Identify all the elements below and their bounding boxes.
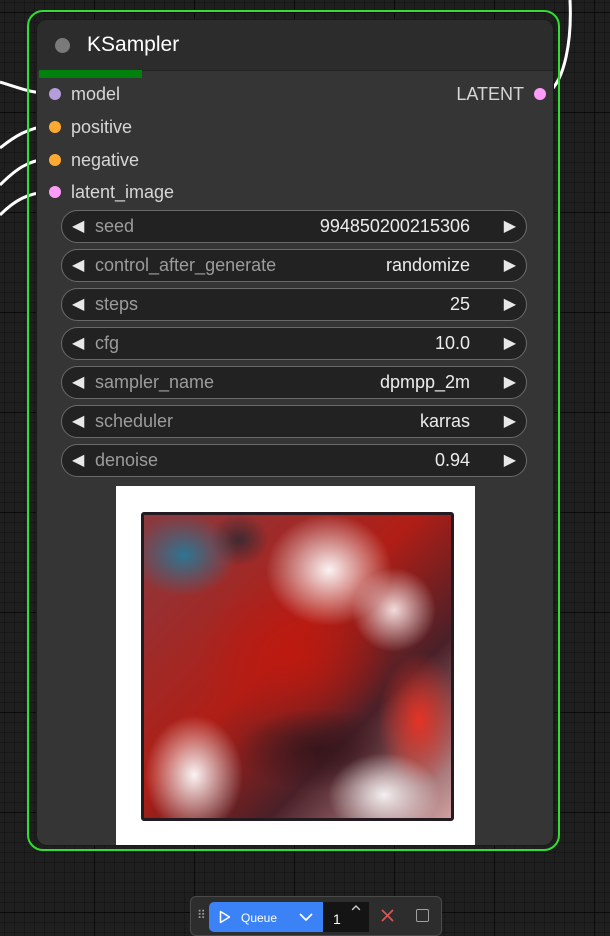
widget-name: denoise xyxy=(95,450,159,470)
input-slot-label: negative xyxy=(71,150,140,170)
output-slot-latent[interactable]: LATENT xyxy=(337,83,546,105)
widget-sampler-name[interactable]: ◀ sampler_name dpmpp_2m ▶ xyxy=(61,366,527,399)
increment-arrow-icon[interactable]: ▶ xyxy=(504,367,516,398)
image-preview[interactable] xyxy=(116,486,475,845)
play-icon xyxy=(219,910,231,924)
stop-icon[interactable] xyxy=(416,909,429,922)
widget-name: cfg xyxy=(95,333,120,353)
node-title: KSampler xyxy=(87,33,180,56)
node-header[interactable]: KSampler xyxy=(37,20,553,71)
decrement-arrow-icon[interactable]: ◀ xyxy=(72,367,84,398)
output-dot-icon[interactable] xyxy=(534,88,546,100)
widget-name: scheduler xyxy=(95,411,174,431)
decrement-arrow-icon[interactable]: ◀ xyxy=(72,289,84,320)
generated-image-preview xyxy=(141,512,454,821)
output-slot-label: LATENT xyxy=(456,84,524,104)
widget-value[interactable]: dpmpp_2m xyxy=(380,367,470,398)
chevron-down-icon[interactable] xyxy=(299,913,313,922)
input-dot-icon[interactable] xyxy=(49,88,61,100)
input-dot-icon[interactable] xyxy=(49,154,61,166)
increment-arrow-icon[interactable]: ▶ xyxy=(504,445,516,476)
widget-value[interactable]: 0.94 xyxy=(435,445,470,476)
widget-name: control_after_generate xyxy=(95,255,277,275)
widget-value[interactable]: karras xyxy=(420,406,470,437)
decrement-arrow-icon[interactable]: ◀ xyxy=(72,445,84,476)
decrement-arrow-icon[interactable]: ◀ xyxy=(72,328,84,359)
increment-arrow-icon[interactable]: ▶ xyxy=(504,250,516,281)
ksampler-node[interactable]: KSampler model positive negative latent_… xyxy=(37,20,553,845)
spinner-up-icon[interactable] xyxy=(351,904,361,911)
widget-steps[interactable]: ◀ steps 25 ▶ xyxy=(61,288,527,321)
input-slot-label: latent_image xyxy=(71,182,175,202)
batch-count-input[interactable]: 1 xyxy=(323,902,369,932)
queue-button[interactable]: Queue xyxy=(209,902,323,932)
increment-arrow-icon[interactable]: ▶ xyxy=(504,406,516,437)
widget-value[interactable]: 10.0 xyxy=(435,328,470,359)
execution-progress-bar xyxy=(39,70,142,78)
widget-control-after-generate[interactable]: ◀ control_after_generate randomize ▶ xyxy=(61,249,527,282)
input-slot-latent-image[interactable]: latent_image xyxy=(49,181,249,203)
decrement-arrow-icon[interactable]: ◀ xyxy=(72,406,84,437)
widget-scheduler[interactable]: ◀ scheduler karras ▶ xyxy=(61,405,527,438)
increment-arrow-icon[interactable]: ▶ xyxy=(504,211,516,242)
increment-arrow-icon[interactable]: ▶ xyxy=(504,328,516,359)
widget-name: seed xyxy=(95,216,135,236)
clear-queue-icon[interactable] xyxy=(381,909,394,922)
input-slot-label: model xyxy=(71,84,121,104)
input-dot-icon[interactable] xyxy=(49,121,61,133)
widget-value[interactable]: randomize xyxy=(386,250,470,281)
widget-cfg[interactable]: ◀ cfg 10.0 ▶ xyxy=(61,327,527,360)
input-dot-icon[interactable] xyxy=(49,186,61,198)
widget-value[interactable]: 994850200215306 xyxy=(320,211,470,242)
batch-count-value[interactable]: 1 xyxy=(333,911,341,927)
widget-value[interactable]: 25 xyxy=(450,289,470,320)
decrement-arrow-icon[interactable]: ◀ xyxy=(72,250,84,281)
widget-denoise[interactable]: ◀ denoise 0.94 ▶ xyxy=(61,444,527,477)
drag-handle-icon[interactable]: ⠿ xyxy=(197,909,206,921)
widget-name: sampler_name xyxy=(95,372,215,392)
increment-arrow-icon[interactable]: ▶ xyxy=(504,289,516,320)
collapse-toggle-icon[interactable] xyxy=(55,38,70,53)
input-slot-positive[interactable]: positive xyxy=(49,116,249,138)
widget-name: steps xyxy=(95,294,139,314)
decrement-arrow-icon[interactable]: ◀ xyxy=(72,211,84,242)
input-slot-negative[interactable]: negative xyxy=(49,149,249,171)
queue-toolbar: ⠿ Queue 1 xyxy=(190,896,442,936)
input-slot-model[interactable]: model xyxy=(49,83,249,105)
widget-seed[interactable]: ◀ seed 994850200215306 ▶ xyxy=(61,210,527,243)
input-slot-label: positive xyxy=(71,117,133,137)
